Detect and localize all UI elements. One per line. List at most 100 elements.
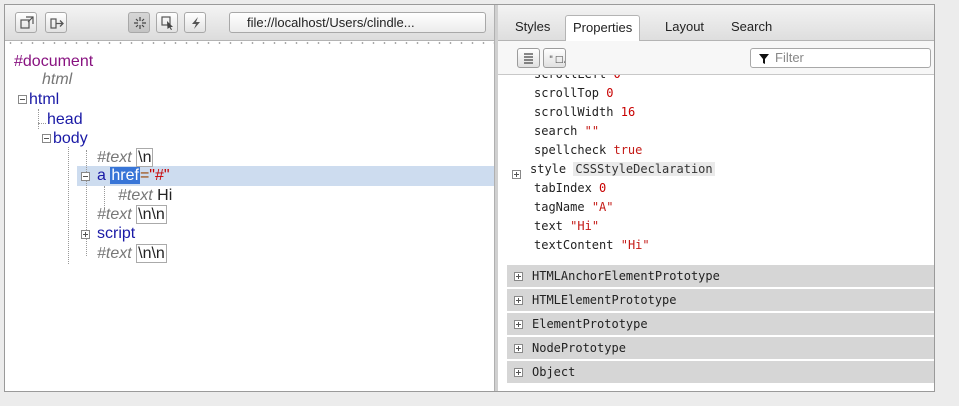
property-value: "Hi" (620, 238, 650, 252)
prototype-section[interactable]: NodePrototype (507, 337, 934, 359)
property-name: scrollWidth (534, 105, 614, 119)
properties-list: scrollLeft 0 scrollTop 0 scrollWidth 16 … (498, 75, 934, 391)
filter-placeholder: Filter (775, 50, 804, 65)
expand-toggle[interactable] (514, 272, 523, 281)
expand-toggle[interactable] (514, 296, 523, 305)
property-value: 0 (599, 181, 607, 195)
text-node-hi[interactable]: #text Hi (118, 187, 172, 205)
inspector-window: file://localhost/Users/clindle... #docum… (4, 4, 935, 392)
html-tag: html (29, 91, 60, 108)
document-label: #document (14, 53, 94, 70)
attr-equals: = (139, 167, 150, 184)
text-node[interactable]: #text \n\n (97, 244, 167, 263)
dock-icon (20, 16, 34, 29)
property-value: 0 (606, 86, 614, 100)
elements-panel: file://localhost/Users/clindle... #docum… (5, 5, 494, 391)
property-value: "" (584, 124, 600, 138)
property-row[interactable]: style CSSStyleDeclaration (530, 160, 715, 179)
prototype-section[interactable]: ElementPrototype (507, 313, 934, 335)
html-collapse-toggle[interactable] (18, 95, 27, 104)
html-node[interactable]: html (29, 91, 59, 109)
script-tag: script (97, 225, 136, 242)
text-value: Hi (157, 187, 173, 204)
property-name: scrollTop (534, 86, 600, 100)
property-row[interactable]: tagName "A" (534, 198, 614, 217)
doctype-node[interactable]: html (42, 71, 72, 89)
sidebar-panel: Styles Properties Layout Search " □,, Fi… (498, 5, 934, 391)
sidebar-tabs: Styles Properties Layout Search (498, 5, 934, 41)
node-view-button[interactable]: " □,, (543, 48, 569, 68)
script-expand-toggle[interactable] (81, 230, 90, 239)
property-row[interactable]: spellcheck true (534, 141, 642, 160)
property-row[interactable]: textContent "Hi" (534, 236, 650, 255)
section-label: HTMLAnchorElementPrototype (532, 269, 720, 283)
prototype-section[interactable]: HTMLElementPrototype (507, 289, 934, 311)
tree-line (104, 186, 105, 208)
prototype-section[interactable]: Object (507, 361, 934, 383)
head-tag: head (47, 111, 83, 128)
property-row[interactable]: scrollTop 0 (534, 84, 614, 103)
body-node[interactable]: body (53, 130, 88, 148)
lightning-button[interactable] (184, 12, 206, 33)
property-row[interactable]: scrollWidth 16 (534, 103, 635, 122)
select-element-button[interactable] (156, 12, 178, 33)
property-name: style (530, 162, 567, 176)
anchor-node[interactable]: a href="#" (97, 167, 170, 185)
tree-line (38, 123, 46, 124)
list-view-button[interactable] (517, 48, 540, 68)
a-collapse-toggle[interactable] (81, 172, 90, 181)
property-name: tagName (534, 200, 585, 214)
script-node[interactable]: script (97, 225, 135, 243)
tree-line (68, 147, 69, 264)
text-node[interactable]: #text \n\n (97, 205, 167, 224)
expand-toggle[interactable] (514, 344, 523, 353)
svg-text:" □,,: " □,, (549, 55, 565, 65)
tree-line (86, 150, 87, 256)
section-label: ElementPrototype (532, 317, 648, 331)
filter-input[interactable]: Filter (750, 48, 931, 68)
head-node[interactable]: head (47, 111, 83, 129)
document-node[interactable]: #document (14, 53, 93, 71)
property-row[interactable]: search "" (534, 122, 599, 141)
list-icon (524, 53, 533, 64)
property-row[interactable]: text "Hi" (534, 217, 599, 236)
property-name: text (534, 219, 563, 233)
text-label: #text (97, 245, 132, 262)
url-field[interactable]: file://localhost/Users/clindle... (229, 12, 486, 33)
href-value[interactable]: "#" (149, 167, 169, 184)
body-tag: body (53, 130, 88, 147)
property-name: spellcheck (534, 143, 607, 157)
console-icon (50, 18, 64, 29)
tab-styles[interactable]: Styles (508, 15, 557, 41)
dock-button[interactable] (15, 12, 37, 33)
text-node[interactable]: #text \n (97, 148, 154, 167)
property-name: textContent (534, 238, 614, 252)
property-value: 0 (613, 75, 620, 81)
inspect-icon (134, 17, 146, 29)
property-row[interactable]: scrollLeft 0 (534, 75, 621, 84)
properties-toolbar: " □,, Filter (498, 41, 934, 75)
tab-layout[interactable]: Layout (658, 15, 711, 41)
text-label: #text (97, 206, 132, 223)
body-collapse-toggle[interactable] (42, 134, 51, 143)
a-tag: a (97, 167, 106, 184)
select-icon (161, 16, 173, 30)
expand-toggle[interactable] (514, 368, 523, 377)
prototype-section[interactable]: HTMLAnchorElementPrototype (507, 265, 934, 287)
property-row[interactable]: tabIndex 0 (534, 179, 606, 198)
toolbar-dotted-edge (5, 41, 494, 45)
doctype-label: html (42, 71, 73, 88)
property-name: scrollLeft (534, 75, 606, 81)
tree-line (38, 109, 39, 129)
tab-properties[interactable]: Properties (565, 15, 641, 41)
href-attribute[interactable]: href (110, 167, 140, 184)
text-label: #text (118, 187, 153, 204)
expand-toggle[interactable] (514, 320, 523, 329)
console-button[interactable] (45, 12, 67, 33)
style-expand-toggle[interactable] (512, 170, 521, 179)
property-value: 16 (620, 105, 636, 119)
tab-search[interactable]: Search (724, 15, 779, 41)
property-value: true (613, 143, 643, 157)
section-label: Object (532, 365, 576, 379)
highlight-button[interactable] (128, 12, 150, 33)
